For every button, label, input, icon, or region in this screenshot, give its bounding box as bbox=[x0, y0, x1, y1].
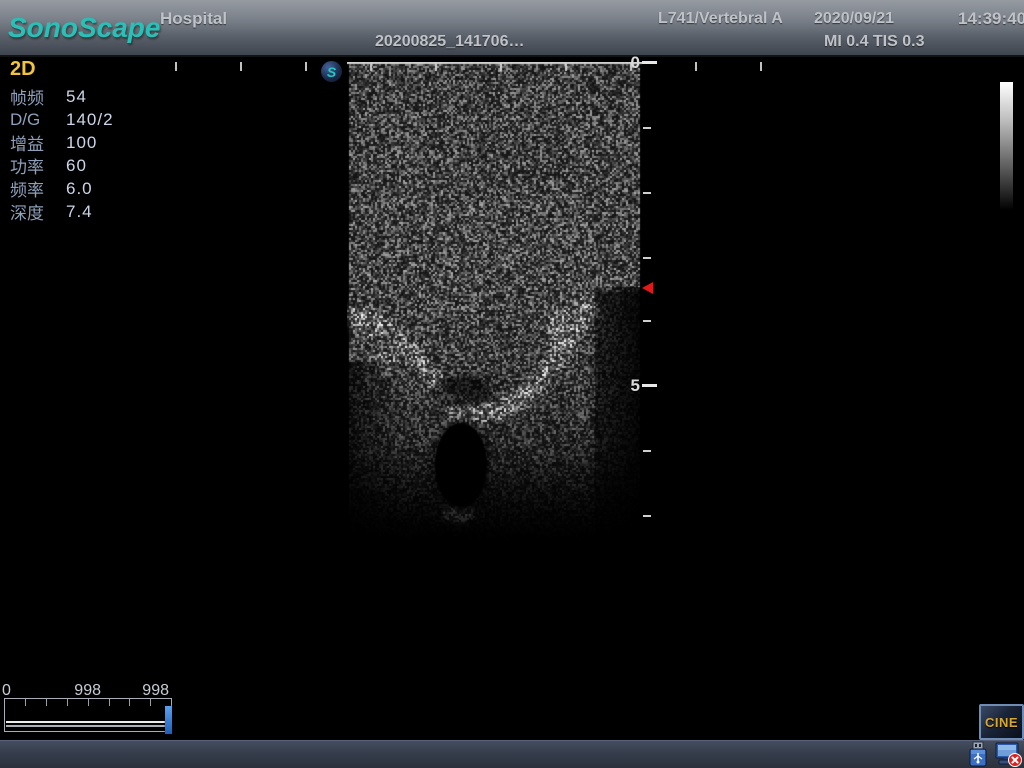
ruler-tick bbox=[695, 62, 697, 71]
depth-tick bbox=[643, 257, 651, 259]
status-bar bbox=[0, 740, 1024, 768]
cine-tick bbox=[88, 699, 89, 706]
parameter-row: 深度7.4 bbox=[10, 200, 160, 223]
depth-tick bbox=[643, 320, 651, 322]
probe-orientation-badge: S bbox=[321, 61, 342, 82]
cine-track-line bbox=[6, 725, 169, 727]
cine-tick bbox=[129, 699, 130, 706]
parameter-value: 60 bbox=[66, 156, 87, 176]
parameter-value: 7.4 bbox=[66, 202, 93, 222]
cine-button-label: CINE bbox=[985, 715, 1018, 730]
parameter-row: D/G140/2 bbox=[10, 108, 160, 131]
focus-marker-icon bbox=[642, 282, 653, 294]
network-disconnected-icon[interactable] bbox=[994, 741, 1023, 767]
depth-tick bbox=[642, 61, 657, 64]
cine-tick bbox=[46, 699, 47, 706]
system-date: 2020/09/21 bbox=[814, 10, 894, 28]
depth-label: 0 bbox=[612, 53, 640, 73]
ruler-tick bbox=[240, 62, 242, 71]
header-bar: SonoScape Hospital L741/Vertebral A 2020… bbox=[0, 0, 1024, 57]
parameter-row: 帧频54 bbox=[10, 85, 160, 108]
cine-button[interactable]: CINE bbox=[979, 704, 1024, 740]
exam-id: 20200825_141706… bbox=[375, 33, 524, 51]
ultrasound-canvas bbox=[347, 62, 642, 540]
parameter-label: D/G bbox=[10, 110, 66, 130]
system-time: 14:39:40 bbox=[958, 9, 1024, 29]
depth-tick bbox=[643, 515, 651, 517]
parameter-row: 频率6.0 bbox=[10, 177, 160, 200]
mode-label: 2D bbox=[10, 58, 36, 81]
parameter-value: 6.0 bbox=[66, 179, 93, 199]
probe-preset-label: L741/Vertebral A bbox=[658, 10, 783, 28]
ultrasound-screen: SonoScape Hospital L741/Vertebral A 2020… bbox=[0, 0, 1024, 768]
cine-tick bbox=[25, 699, 26, 706]
depth-tick bbox=[643, 450, 651, 452]
parameter-label: 帧频 bbox=[10, 84, 66, 109]
cine-tick bbox=[109, 699, 110, 706]
parameter-value: 140/2 bbox=[66, 110, 114, 130]
mi-tis-readout: MI 0.4 TIS 0.3 bbox=[824, 33, 924, 51]
parameter-label: 频率 bbox=[10, 176, 66, 201]
depth-tick bbox=[643, 192, 651, 194]
parameter-label: 深度 bbox=[10, 199, 66, 224]
ruler-tick bbox=[760, 62, 762, 71]
sonoscape-logo: SonoScape bbox=[8, 12, 160, 44]
ruler-tick bbox=[175, 62, 177, 71]
parameter-value: 54 bbox=[66, 87, 87, 107]
depth-label: 5 bbox=[612, 376, 640, 396]
parameter-row: 增益100 bbox=[10, 131, 160, 154]
ruler-tick bbox=[305, 62, 307, 71]
hospital-name: Hospital bbox=[160, 9, 227, 29]
parameter-row: 功率60 bbox=[10, 154, 160, 177]
usb-icon[interactable] bbox=[965, 741, 991, 767]
parameter-label: 增益 bbox=[10, 130, 66, 155]
parameter-panel: 帧频54D/G140/2增益100功率60频率6.0深度7.4 bbox=[10, 85, 160, 223]
depth-tick bbox=[643, 127, 651, 129]
cine-track-line bbox=[6, 721, 169, 723]
depth-tick bbox=[642, 384, 657, 387]
cine-position-thumb[interactable] bbox=[165, 706, 172, 734]
parameter-value: 100 bbox=[66, 133, 97, 153]
cine-tick bbox=[67, 699, 68, 706]
cine-tick bbox=[150, 699, 151, 706]
parameter-label: 功率 bbox=[10, 153, 66, 178]
grayscale-bar bbox=[1000, 82, 1013, 210]
